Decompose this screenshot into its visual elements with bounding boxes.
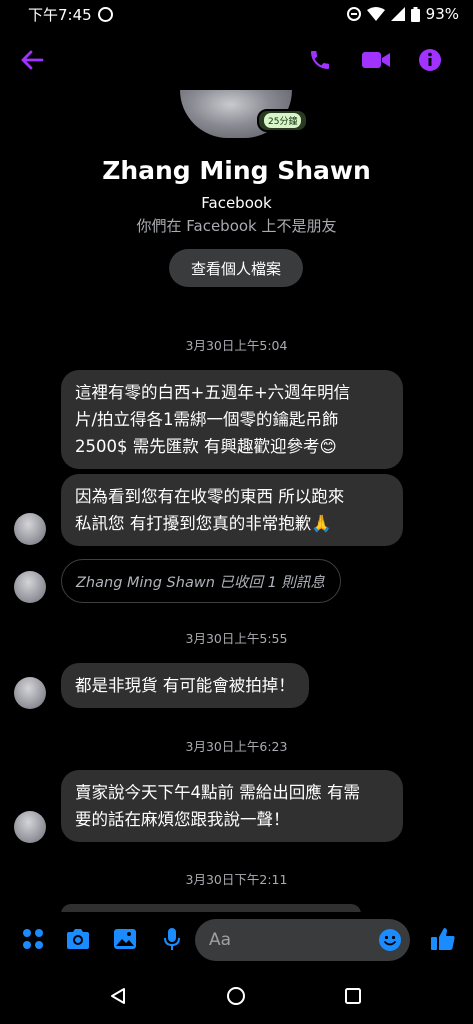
microphone-icon[interactable] [157,924,187,954]
message-text: 賣家說今天下午4點前 需給出回應 有需 [75,783,360,802]
message-composer [0,912,473,968]
sender-avatar[interactable] [14,571,46,603]
message-text: 要的話在麻煩您跟我說一聲！ [75,810,290,829]
message-bubble[interactable]: 因為看到您有在收零的東西 所以跑來 私訊您 有打擾到您真的非常抱歉🙏 [61,474,403,546]
message-text: 2500$ 需先匯款 有興趣歡迎參考😊 [75,437,337,456]
active-time-badge: 25分鐘 [257,109,309,132]
retracted-message-notice: Zhang Ming Shawn 已收回 1 則訊息 [61,559,341,603]
contact-platform: Facebook [201,194,272,212]
do-not-disturb-icon [346,7,361,21]
friend-status: 你們在 Facebook 上不是朋友 [136,217,337,235]
message-timestamp: 3月30日下午2:11 [185,872,288,887]
message-timestamp: 3月30日上午6:23 [185,739,288,754]
view-profile-button[interactable]: 查看個人檔案 [169,249,303,287]
video-camera-icon[interactable] [358,44,394,76]
back-arrow-icon[interactable] [14,44,50,76]
message-bubble[interactable]: 這裡有零的白西+五週年+六週年明信 片/拍立得各1需綁一個零的鑰匙吊飾 2500… [61,370,403,469]
cell-signal-icon [390,7,405,21]
message-text: 片/拍立得各1需綁一個零的鑰匙吊飾 [75,410,339,429]
message-text: 都是非現貨 有可能會被拍掉！ [75,676,295,695]
message-bubble[interactable]: 賣家說今天下午4點前 需給出回應 有需 要的話在麻煩您跟我說一聲！ [61,770,403,842]
apps-icon[interactable] [18,924,48,954]
sender-avatar[interactable] [14,677,46,709]
wifi-icon [366,7,385,21]
message-timestamp: 3月30日上午5:55 [185,631,288,646]
message-text: 這裡有零的白西+五週年+六週年明信 [75,383,351,402]
status-bar: 下午7:45 93% [0,0,473,28]
message-text: 因為看到您有在收零的東西 所以跑來 [75,487,345,506]
message-timestamp: 3月30日上午5:04 [185,338,288,353]
emoji-icon[interactable] [376,926,404,954]
messenger-notification-icon [97,6,113,22]
recents-square-icon[interactable] [339,982,367,1010]
system-navigation-bar [0,968,473,1024]
sender-avatar[interactable] [14,811,46,843]
battery-icon [410,6,420,22]
home-circle-icon[interactable] [222,982,250,1010]
battery-percent: 93% [425,5,459,23]
message-bubble[interactable]: 都是非現貨 有可能會被拍掉！ [61,663,309,708]
conversation-header [0,38,473,82]
contact-name: Zhang Ming Shawn [102,156,371,185]
info-icon[interactable] [414,44,446,76]
camera-icon[interactable] [62,924,94,954]
sender-avatar[interactable] [14,513,46,545]
back-triangle-icon[interactable] [104,982,132,1010]
thumbs-up-icon[interactable] [427,923,459,955]
phone-icon[interactable] [304,44,336,76]
status-time: 下午7:45 [28,5,92,24]
message-text: 私訊您 有打擾到您真的非常抱歉🙏 [75,514,332,533]
gallery-icon[interactable] [110,924,140,954]
